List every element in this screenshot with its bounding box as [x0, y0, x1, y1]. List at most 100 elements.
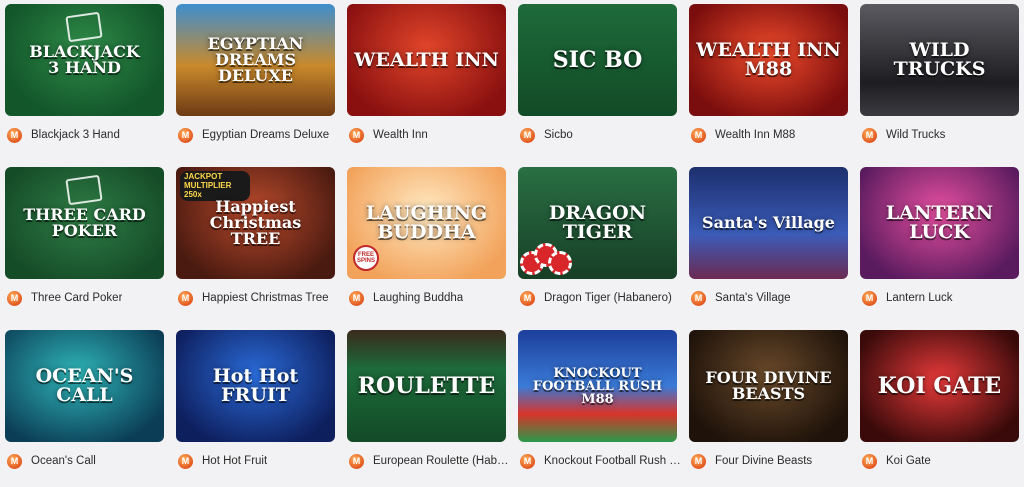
game-name[interactable]: Laughing Buddha — [373, 292, 463, 304]
game-meta: M Three Card Poker — [5, 289, 122, 307]
game-meta: M Wild Trucks — [860, 126, 945, 144]
koi-gate-game-thumbnail[interactable]: KOI GATE — [860, 330, 1019, 442]
lantern-luck-game-thumbnail[interactable]: LANTERN LUCK — [860, 167, 1019, 279]
oceans-call-game-thumbnail[interactable]: OCEAN'S CALL — [5, 330, 164, 442]
game-card[interactable]: LANTERN LUCK M Lantern Luck — [860, 167, 1019, 324]
game-name[interactable]: Happiest Christmas Tree — [202, 292, 329, 304]
game-art-title: EGYPTIAN DREAMS DELUXE — [207, 34, 304, 85]
game-meta: M Laughing Buddha — [347, 289, 463, 307]
game-card[interactable]: Happiest Christmas TREE JACKPOT MULTIPLIE… — [176, 167, 335, 324]
santas-village-game-thumbnail[interactable]: Santa's Village — [689, 167, 848, 279]
game-card[interactable]: EGYPTIAN DREAMS DELUXE M Egyptian Dreams D… — [176, 4, 335, 161]
provider-logo-icon: M — [178, 127, 193, 143]
game-name[interactable]: Wild Trucks — [886, 129, 945, 141]
laughing-buddha-game-thumbnail[interactable]: LAUGHING BUDDHA FREE SPINS — [347, 167, 506, 279]
game-name[interactable]: Santa's Village — [715, 292, 791, 304]
game-name[interactable]: Sicbo — [544, 129, 573, 141]
game-art-title: BLACKJACK 3 HAND — [29, 42, 140, 77]
wild-trucks-game-thumbnail[interactable]: WILD TRUCKS — [860, 4, 1019, 116]
game-art-title: OCEAN'S CALL — [35, 365, 134, 406]
game-name[interactable]: Dragon Tiger (Habanero) — [544, 292, 672, 304]
game-card[interactable]: WILD TRUCKS M Wild Trucks — [860, 4, 1019, 161]
game-card[interactable]: BLACKJACK 3 HAND M Blackjack 3 Hand — [5, 4, 164, 161]
game-meta: M Santa's Village — [689, 289, 791, 307]
provider-logo-icon: M — [520, 127, 535, 143]
game-meta: M Ocean's Call — [5, 452, 96, 470]
game-art-title: KOI GATE — [877, 373, 1002, 399]
game-name[interactable]: Wealth Inn — [373, 129, 428, 141]
game-name[interactable]: Knockout Football Rush M… — [544, 455, 682, 467]
game-art-title: FOUR DIVINE BEASTS — [705, 368, 832, 403]
blackjack-game-thumbnail[interactable]: BLACKJACK 3 HAND — [5, 4, 164, 116]
wealth-inn-game-thumbnail[interactable]: WEALTH INN — [347, 4, 506, 116]
game-meta: M Knockout Football Rush M… — [518, 452, 682, 470]
game-card[interactable]: THREE CARD POKER M Three Card Poker — [5, 167, 164, 324]
game-art-title: LAUGHING BUDDHA — [365, 202, 488, 243]
game-art-title: WILD TRUCKS — [893, 39, 986, 80]
provider-logo-icon: M — [862, 290, 877, 306]
knockout-football-game-thumbnail[interactable]: KNOCKOUT FOOTBALL RUSH M88 — [518, 330, 677, 442]
egyptian-dreams-game-thumbnail[interactable]: EGYPTIAN DREAMS DELUXE — [176, 4, 335, 116]
game-name[interactable]: Three Card Poker — [31, 292, 122, 304]
game-card[interactable]: KNOCKOUT FOOTBALL RUSH M88 M Knockout Foot… — [518, 330, 682, 487]
casino-chip-icon — [548, 251, 572, 275]
game-card[interactable]: WEALTH INN M88 M Wealth Inn M88 — [689, 4, 848, 161]
provider-logo-icon: M — [349, 290, 364, 306]
game-card[interactable]: SIC BO M Sicbo — [518, 4, 677, 161]
provider-logo-icon: M — [520, 453, 535, 469]
game-meta: M Blackjack 3 Hand — [5, 126, 120, 144]
game-card[interactable]: Santa's Village M Santa's Village — [689, 167, 848, 324]
provider-logo-icon: M — [7, 127, 22, 143]
game-card[interactable]: ROULETTE M European Roulette (Haban… — [347, 330, 511, 487]
four-divine-beasts-game-thumbnail[interactable]: FOUR DIVINE BEASTS — [689, 330, 848, 442]
wealth-inn-m88-game-thumbnail[interactable]: WEALTH INN M88 — [689, 4, 848, 116]
game-art-title: Happiest Christmas TREE — [209, 197, 302, 248]
game-card[interactable]: FOUR DIVINE BEASTS M Four Divine Beasts — [689, 330, 848, 487]
game-name[interactable]: Wealth Inn M88 — [715, 129, 795, 141]
game-meta: M Koi Gate — [860, 452, 931, 470]
provider-logo-icon: M — [7, 290, 22, 306]
game-meta: M Wealth Inn M88 — [689, 126, 795, 144]
game-name[interactable]: Lantern Luck — [886, 292, 953, 304]
game-art-title: WEALTH INN M88 — [696, 39, 841, 80]
game-card[interactable]: WEALTH INN M Wealth Inn — [347, 4, 506, 161]
playing-cards-icon — [65, 11, 103, 43]
provider-logo-icon: M — [691, 290, 706, 306]
dragon-tiger-game-thumbnail[interactable]: DRAGON TIGER — [518, 167, 677, 279]
game-meta: M Dragon Tiger (Habanero) — [518, 289, 672, 307]
game-card[interactable]: LAUGHING BUDDHA FREE SPINS M Laughing Buddh… — [347, 167, 506, 324]
game-name[interactable]: Four Divine Beasts — [715, 455, 812, 467]
three-card-poker-game-thumbnail[interactable]: THREE CARD POKER — [5, 167, 164, 279]
game-card[interactable]: OCEAN'S CALL M Ocean's Call — [5, 330, 164, 487]
provider-logo-icon: M — [178, 453, 193, 469]
game-grid: BLACKJACK 3 HAND M Blackjack 3 Hand EGYPTIA… — [5, 4, 1019, 487]
provider-logo-icon: M — [349, 453, 364, 469]
hot-hot-fruit-game-thumbnail[interactable]: Hot Hot FRUIT — [176, 330, 335, 442]
game-art-title: THREE CARD POKER — [23, 205, 146, 240]
game-card[interactable]: DRAGON TIGER M Dragon Tiger (Habanero) — [518, 167, 677, 324]
provider-logo-icon: M — [862, 453, 877, 469]
game-name[interactable]: European Roulette (Haban… — [373, 455, 511, 467]
european-roulette-game-thumbnail[interactable]: ROULETTE — [347, 330, 506, 442]
sicbo-game-thumbnail[interactable]: SIC BO — [518, 4, 677, 116]
game-meta: M Sicbo — [518, 126, 573, 144]
game-art-title: KNOCKOUT FOOTBALL RUSH M88 — [532, 365, 663, 407]
game-art-title: Santa's Village — [702, 213, 835, 232]
christmas-tree-game-thumbnail[interactable]: Happiest Christmas TREE JACKPOT MULTIPLIE… — [176, 167, 335, 279]
provider-logo-icon: M — [178, 290, 193, 306]
game-art-title: DRAGON TIGER — [548, 202, 647, 243]
game-name[interactable]: Egyptian Dreams Deluxe — [202, 129, 329, 141]
provider-logo-icon: M — [691, 453, 706, 469]
game-card[interactable]: Hot Hot FRUIT M Hot Hot Fruit — [176, 330, 335, 487]
provider-logo-icon: M — [691, 127, 706, 143]
game-card[interactable]: KOI GATE M Koi Gate — [860, 330, 1019, 487]
game-name[interactable]: Ocean's Call — [31, 455, 96, 467]
game-name[interactable]: Blackjack 3 Hand — [31, 129, 120, 141]
game-meta: M Lantern Luck — [860, 289, 953, 307]
game-name[interactable]: Koi Gate — [886, 455, 931, 467]
game-art-title: ROULETTE — [357, 373, 496, 399]
game-art-title: LANTERN LUCK — [885, 202, 994, 243]
provider-logo-icon: M — [520, 290, 535, 306]
game-art-title: WEALTH INN — [354, 48, 499, 71]
game-name[interactable]: Hot Hot Fruit — [202, 455, 267, 467]
